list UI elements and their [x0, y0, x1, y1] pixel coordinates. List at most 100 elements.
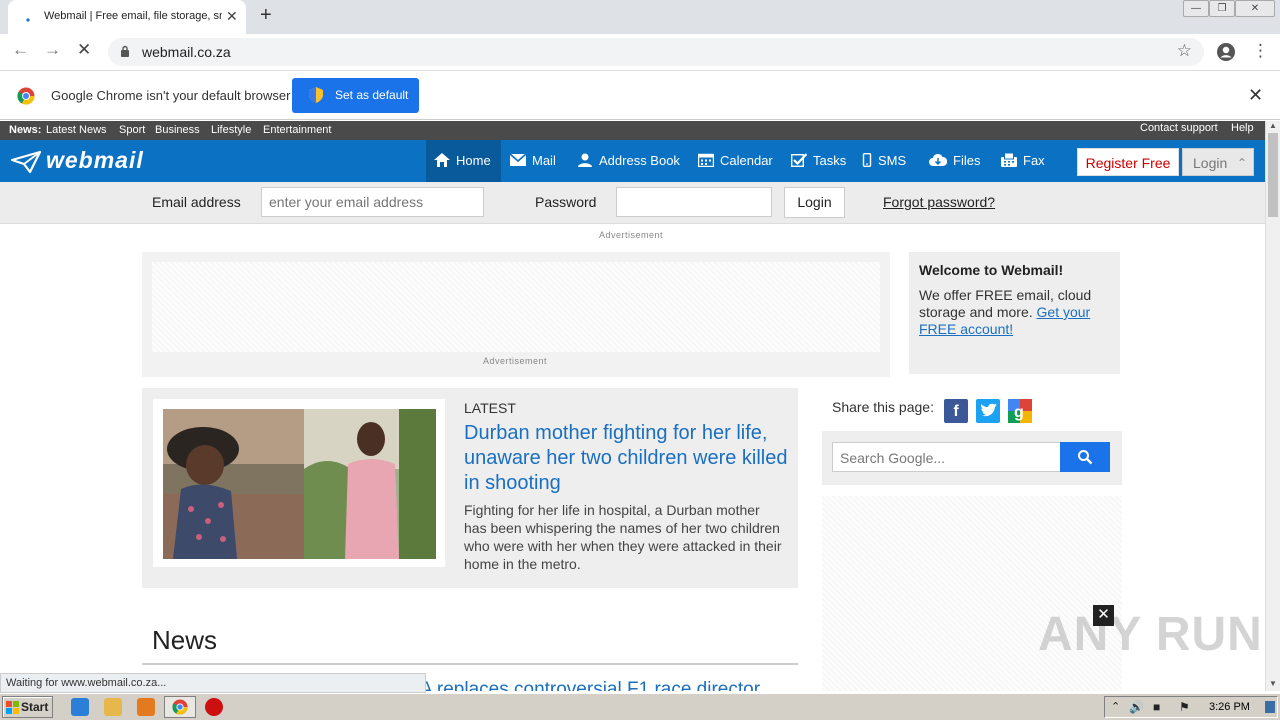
share-label: Share this page:: [832, 399, 934, 415]
nav-address-book-label: Address Book: [599, 153, 680, 168]
media-player-icon[interactable]: [137, 698, 155, 716]
forgot-password-link[interactable]: Forgot password?: [883, 194, 995, 210]
nav-mail[interactable]: Mail: [510, 140, 556, 182]
nav-calendar-label: Calendar: [720, 153, 773, 168]
ad-label-banner: Advertisement: [483, 356, 548, 366]
network-icon[interactable]: ■: [1153, 700, 1160, 714]
status-bubble: Waiting for www.webmail.co.za...: [0, 673, 426, 693]
ad-close-icon[interactable]: ✕: [1093, 605, 1114, 626]
news-link-latest[interactable]: Latest News: [46, 124, 107, 136]
welcome-box: Welcome to Webmail! We offer FREE email,…: [909, 252, 1120, 374]
news-link-sport[interactable]: Sport: [119, 124, 145, 136]
story-headline-link[interactable]: Durban mother fighting for her life, una…: [464, 421, 789, 496]
nav-sms-label: SMS: [878, 153, 907, 168]
nav-files[interactable]: Files: [929, 140, 980, 182]
chrome-taskbar-button[interactable]: [164, 696, 196, 718]
loading-spinner-icon: [26, 18, 30, 22]
profile-icon[interactable]: [1216, 42, 1236, 62]
new-tab-button[interactable]: +: [260, 4, 272, 27]
twitter-share-icon[interactable]: [976, 399, 1000, 423]
user-icon: [578, 153, 592, 167]
scroll-up-icon[interactable]: ▲: [1269, 121, 1277, 130]
login-submit-button[interactable]: Login: [784, 187, 845, 218]
nav-calendar[interactable]: Calendar: [698, 140, 773, 182]
featured-story[interactable]: LATEST Durban mother fighting for her li…: [142, 388, 798, 588]
webmail-logo[interactable]: webmail: [10, 147, 144, 174]
news-link-lifestyle[interactable]: Lifestyle: [211, 124, 251, 136]
system-tray: ⌃ 🔊 ■ ⚑ 3:26 PM: [1104, 696, 1278, 718]
chrome-taskbar-icon: [172, 699, 188, 715]
news-prefix: News:: [9, 124, 42, 136]
mobile-phone-icon: [862, 153, 872, 167]
internet-explorer-icon[interactable]: [71, 698, 89, 716]
set-as-default-button[interactable]: Set as default: [292, 78, 419, 113]
news-story-link[interactable]: A replaces controversial F1 race directo…: [420, 679, 760, 691]
forward-icon[interactable]: →: [44, 40, 61, 60]
infobar-close-icon[interactable]: ✕: [1248, 85, 1263, 106]
news-link-entertainment[interactable]: Entertainment: [263, 124, 331, 136]
lock-icon: [121, 45, 129, 57]
nav-fax[interactable]: Fax: [1001, 140, 1045, 182]
cloud-download-icon: [929, 153, 947, 166]
paper-plane-logo-icon: [10, 150, 42, 174]
anyrun-watermark: ANY RUN: [1038, 608, 1263, 661]
file-explorer-icon[interactable]: [104, 698, 122, 716]
page-scrollbar[interactable]: ▲ ▼: [1265, 121, 1280, 691]
story-summary: Fighting for her life in hospital, a Dur…: [464, 502, 782, 572]
banner-ad[interactable]: Advertisement: [142, 252, 890, 377]
mail-icon: [510, 153, 526, 166]
nav-tasks[interactable]: Tasks: [791, 140, 846, 182]
bookmark-star-icon[interactable]: ☆: [1177, 41, 1192, 61]
security-app-icon[interactable]: [205, 698, 223, 716]
start-button[interactable]: Start: [2, 696, 53, 718]
google-search-button[interactable]: [1060, 442, 1110, 472]
maximize-button[interactable]: ❐: [1209, 0, 1235, 17]
chrome-logo-icon: [17, 87, 35, 105]
news-link-business[interactable]: Business: [155, 124, 200, 136]
window-close-button[interactable]: ✕: [1235, 0, 1275, 17]
action-center-flag-icon[interactable]: ⚑: [1179, 700, 1190, 714]
checkbox-icon: [791, 153, 807, 167]
google-search-input[interactable]: Search Google...: [832, 442, 1061, 472]
login-toggle-button[interactable]: Login ⌃: [1182, 148, 1254, 176]
shield-icon: [309, 87, 323, 103]
nav-fax-label: Fax: [1023, 153, 1045, 168]
show-desktop-icon[interactable]: [1265, 701, 1275, 713]
story-photo[interactable]: [163, 409, 436, 559]
minimize-button[interactable]: —: [1183, 0, 1209, 17]
volume-icon[interactable]: 🔊: [1129, 700, 1144, 714]
back-icon[interactable]: ←: [12, 40, 29, 60]
banner-ad-area[interactable]: [152, 262, 880, 352]
main-navigation: webmail Home Mail Address Book Calendar …: [0, 140, 1265, 182]
story-kicker: LATEST: [464, 400, 516, 416]
scroll-down-icon[interactable]: ▼: [1269, 679, 1277, 688]
tab-close-icon[interactable]: ✕: [226, 8, 238, 25]
google-squares-icon: g: [1008, 399, 1032, 423]
tab-title: Webmail | Free email, file storage, sms: [44, 10, 222, 22]
menu-kebab-icon[interactable]: ⋮: [1252, 41, 1269, 61]
help-link[interactable]: Help: [1231, 122, 1254, 134]
nav-sms[interactable]: SMS: [862, 140, 906, 182]
password-input[interactable]: [616, 187, 772, 217]
page-viewport: News: Latest News Sport Business Lifesty…: [0, 121, 1265, 691]
address-bar[interactable]: webmail.co.za ☆: [108, 38, 1204, 66]
story-image-frame[interactable]: [153, 399, 445, 567]
chevron-up-icon: ⌃: [1237, 156, 1248, 170]
nav-files-label: Files: [953, 153, 981, 168]
nav-address-book[interactable]: Address Book: [577, 140, 680, 182]
google-share-icon[interactable]: g: [1008, 399, 1032, 423]
contact-support-link[interactable]: Contact support: [1140, 122, 1218, 134]
nav-home[interactable]: Home: [426, 140, 501, 182]
tray-expand-icon[interactable]: ⌃: [1111, 700, 1120, 713]
stop-loading-icon[interactable]: ✕: [77, 40, 91, 60]
browser-tab[interactable]: Webmail | Free email, file storage, sms …: [8, 0, 246, 34]
register-free-button[interactable]: Register Free: [1077, 148, 1179, 176]
scrollbar-thumb[interactable]: [1268, 133, 1278, 217]
home-icon: [434, 153, 450, 167]
welcome-title: Welcome to Webmail!: [919, 262, 1064, 278]
nav-mail-label: Mail: [532, 153, 556, 168]
facebook-share-icon[interactable]: f: [944, 399, 968, 423]
url-text: webmail.co.za: [142, 44, 231, 60]
email-input[interactable]: [261, 187, 484, 217]
nav-tasks-label: Tasks: [813, 153, 847, 168]
